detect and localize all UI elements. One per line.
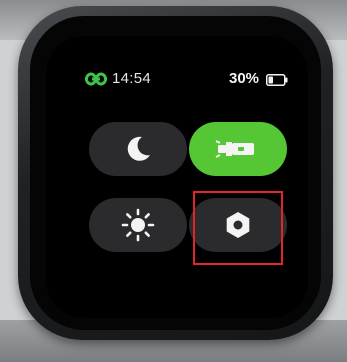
- moon-icon: [127, 136, 150, 161]
- status-time: 14:54: [112, 70, 152, 87]
- brightness-toggle[interactable]: [89, 198, 187, 252]
- battery-fill: [268, 76, 273, 84]
- flashlight-icon: [215, 140, 254, 158]
- highlight-box: [193, 191, 283, 265]
- battery-icon: [266, 74, 288, 86]
- flashlight-toggle[interactable]: [189, 122, 287, 176]
- sun-icon: [121, 208, 155, 242]
- battery-percent: 30%: [229, 70, 260, 87]
- link-icon: [85, 72, 107, 86]
- do-not-disturb-toggle[interactable]: [89, 122, 187, 176]
